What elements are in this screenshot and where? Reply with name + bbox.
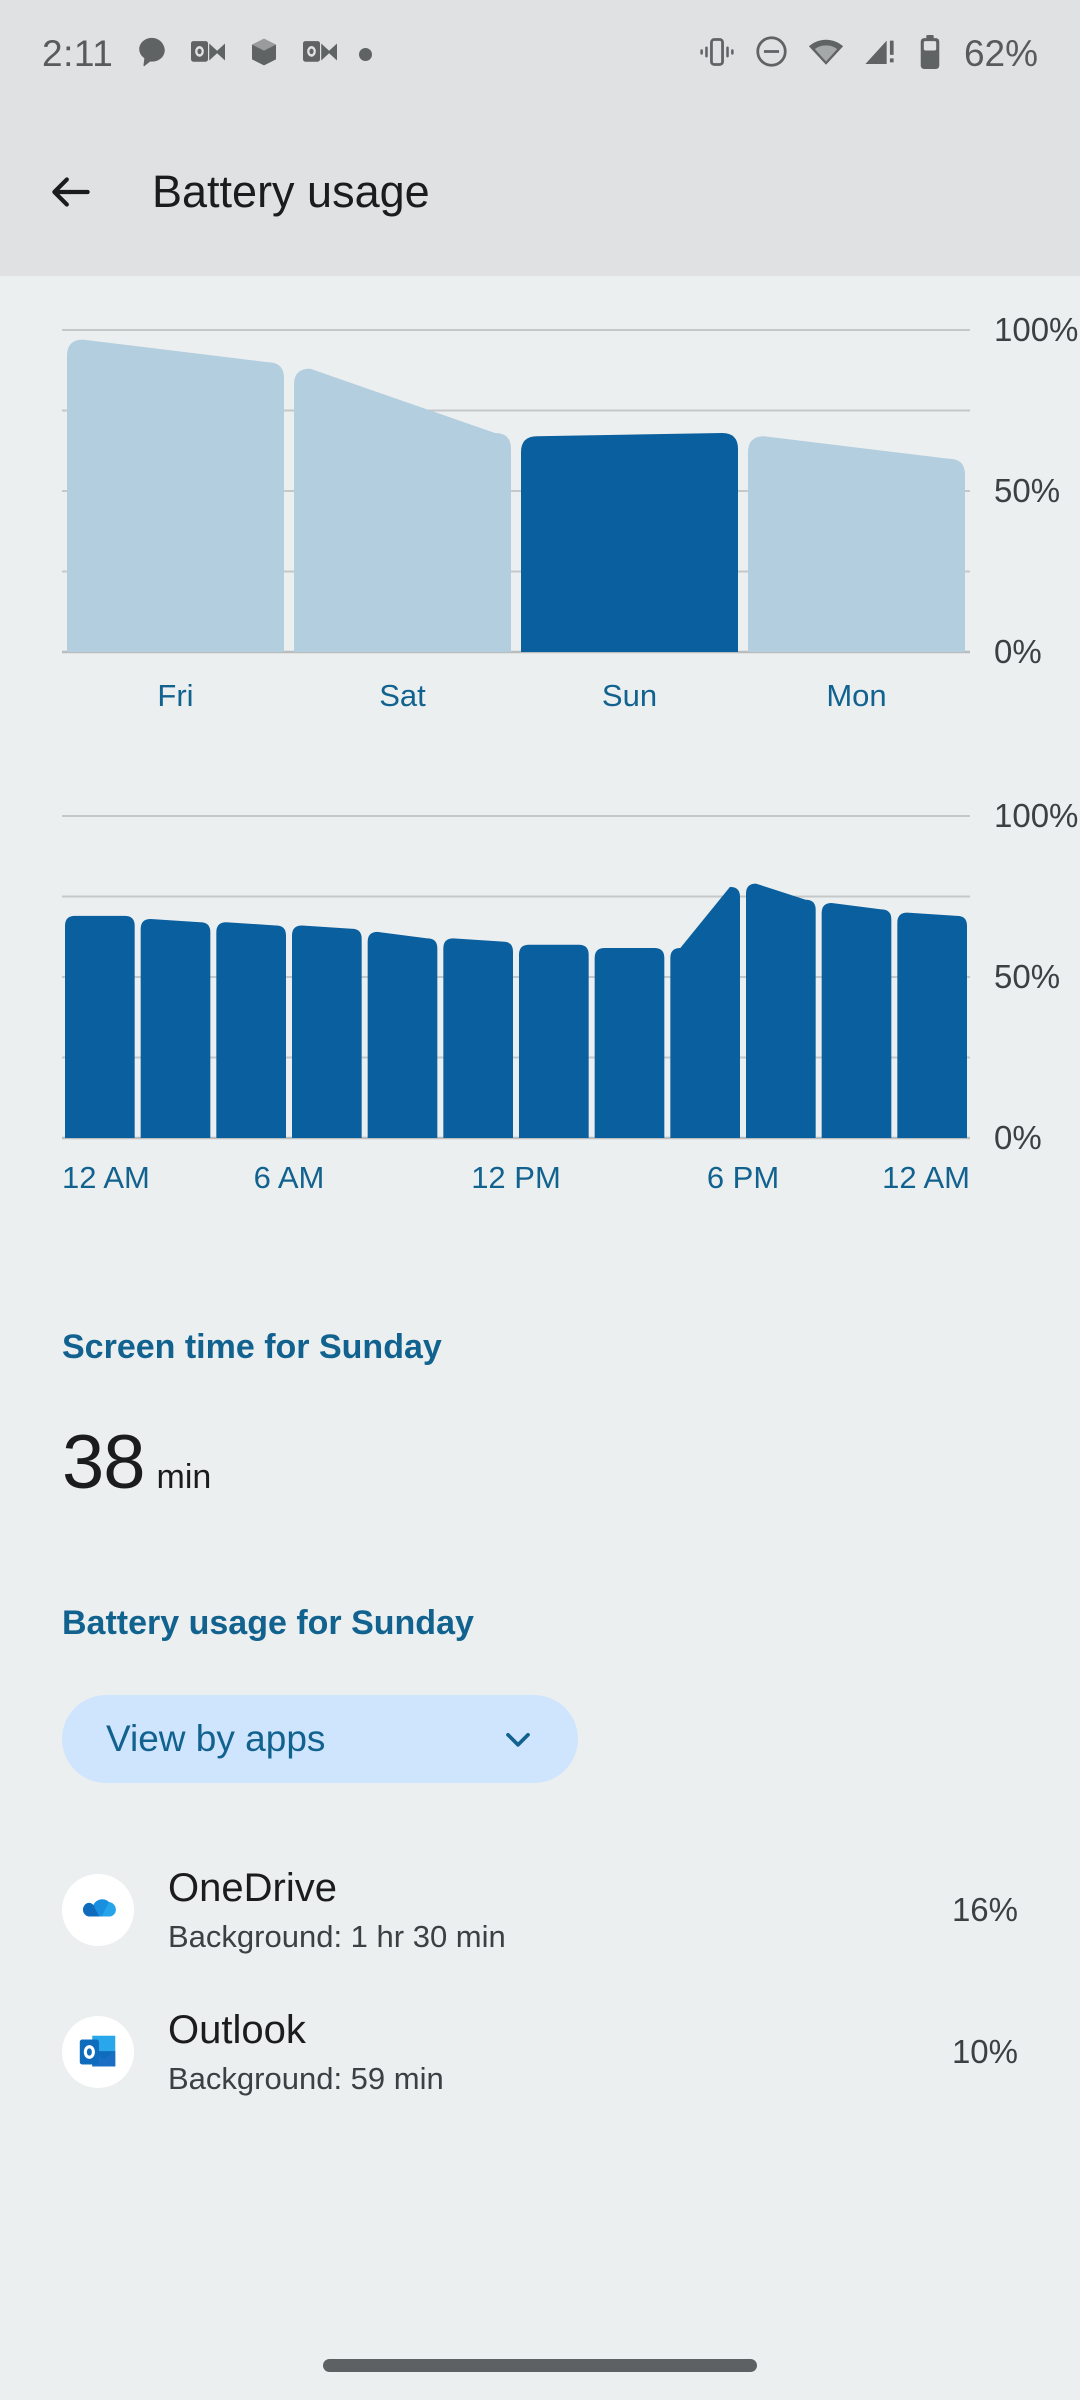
hour-tick-label: 12 AM xyxy=(62,1160,150,1195)
chart-bar-selected[interactable] xyxy=(521,433,738,652)
app-usage-row[interactable]: OneDrive Background: 1 hr 30 min 16% xyxy=(0,1839,1080,1981)
chart-bar[interactable] xyxy=(519,944,589,1138)
back-button[interactable] xyxy=(42,163,100,221)
chart-bar[interactable] xyxy=(67,339,284,652)
battery-usage-heading: Battery usage for Sunday xyxy=(62,1604,474,1642)
app-usage-percent: 10% xyxy=(951,2033,1018,2070)
daily-chart-y-axis: 0% 50% 100% xyxy=(970,311,1078,670)
battery-percent-label: 62% xyxy=(963,33,1038,74)
gesture-nav-handle[interactable] xyxy=(323,2358,757,2372)
chart-bar[interactable] xyxy=(367,931,438,1138)
view-by-apps-chip[interactable]: View by apps xyxy=(62,1695,578,1783)
app-usage-percent: 16% xyxy=(951,1891,1018,1928)
hourly-chart-x-axis: 12 AM 6 AM 12 PM 6 PM 12 AM xyxy=(62,1160,970,1216)
screen-time-unit: min xyxy=(156,1458,212,1496)
onedrive-icon xyxy=(62,1874,134,1946)
day-tick-label[interactable]: Sun xyxy=(516,678,743,714)
status-bar-clock: 2:11 xyxy=(42,33,114,74)
y-axis-tick-label: 100% xyxy=(994,311,1079,348)
hour-tick-label: 6 AM xyxy=(253,1160,325,1195)
app-usage-text: OneDrive Background: 1 hr 30 min xyxy=(168,1866,918,1955)
hour-tick-label: 12 PM xyxy=(471,1160,561,1195)
app-usage-text: Outlook Background: 59 min xyxy=(168,2008,918,2097)
package-icon xyxy=(247,36,281,73)
outlook-icon xyxy=(62,2016,134,2088)
chart-bar[interactable] xyxy=(65,915,135,1138)
hourly-chart-y-axis: 0% 50% 100% xyxy=(970,797,1078,1156)
daily-chart-plot[interactable] xyxy=(62,320,970,660)
app-name: Outlook xyxy=(168,2007,306,2052)
content-area: 0% 50% 100% Fri Sat Sun Mon 0% 50% 100% 12 AM 6 … xyxy=(0,311,1080,2123)
day-tick-label[interactable]: Sat xyxy=(289,678,516,714)
chart-bar[interactable] xyxy=(748,436,965,652)
chevron-down-icon xyxy=(506,1733,530,1747)
chart-bar[interactable] xyxy=(140,919,211,1138)
app-bar: Battery usage xyxy=(0,108,1080,276)
status-bar-right: 62% xyxy=(699,33,1038,75)
wifi-icon xyxy=(808,38,844,71)
back-arrow-icon xyxy=(52,177,90,207)
chart-bar[interactable] xyxy=(670,886,740,1138)
chart-bar[interactable] xyxy=(821,902,892,1138)
app-name: OneDrive xyxy=(168,1865,337,1910)
hourly-chart-plot[interactable] xyxy=(62,806,970,1146)
do-not-disturb-icon xyxy=(755,35,788,73)
app-usage-detail: Background: 59 min xyxy=(168,2060,444,2096)
y-axis-tick-label: 50% xyxy=(994,958,1061,995)
status-bar: 2:11 62% xyxy=(0,0,1080,108)
y-axis-tick-label: 0% xyxy=(994,1119,1042,1156)
chart-bar[interactable] xyxy=(443,938,513,1138)
more-notifications-dot xyxy=(359,47,373,61)
chart-bar[interactable] xyxy=(746,883,816,1138)
screen-time-heading: Screen time for Sunday xyxy=(62,1328,442,1366)
hour-tick-label: 12 AM xyxy=(882,1160,970,1195)
view-by-apps-label: View by apps xyxy=(106,1718,326,1759)
app-usage-row[interactable]: Outlook Background: 59 min 10% xyxy=(0,1981,1080,2123)
cellular-signal-warning-icon xyxy=(864,37,898,72)
y-axis-tick-label: 50% xyxy=(994,472,1061,509)
chart-bar[interactable] xyxy=(594,948,665,1138)
day-tick-label[interactable]: Mon xyxy=(743,678,970,714)
daily-battery-chart[interactable]: 0% 50% 100% Fri Sat Sun Mon xyxy=(0,311,1080,714)
app-usage-list: OneDrive Background: 1 hr 30 min 16% Outloo… xyxy=(0,1839,1080,2123)
hourly-battery-chart[interactable]: 0% 50% 100% 12 AM 6 AM 12 PM 6 PM 12 AM xyxy=(0,797,1080,1216)
vibrate-icon xyxy=(699,37,735,72)
outlook-icon xyxy=(191,37,226,72)
chat-bubble-icon xyxy=(135,35,169,74)
page-title: Battery usage xyxy=(152,166,430,217)
hour-tick-label: 6 PM xyxy=(706,1160,780,1195)
day-tick-label[interactable]: Fri xyxy=(62,678,289,714)
status-bar-left: 2:11 xyxy=(42,33,373,75)
outlook-icon xyxy=(303,37,338,72)
gesture-nav-bar xyxy=(0,2330,1080,2400)
daily-chart-x-axis: Fri Sat Sun Mon xyxy=(62,678,970,714)
screen-time-number: 38 xyxy=(62,1420,146,1505)
chart-bar[interactable] xyxy=(216,922,286,1138)
battery-icon xyxy=(918,34,942,74)
chart-bar[interactable] xyxy=(897,912,967,1138)
app-usage-detail: Background: 1 hr 30 min xyxy=(168,1918,506,1954)
screen-time-value-row: 38 min xyxy=(0,1419,1080,1506)
y-axis-tick-label: 100% xyxy=(994,797,1079,834)
chart-bar[interactable] xyxy=(292,925,362,1138)
y-axis-tick-label: 0% xyxy=(994,633,1042,670)
